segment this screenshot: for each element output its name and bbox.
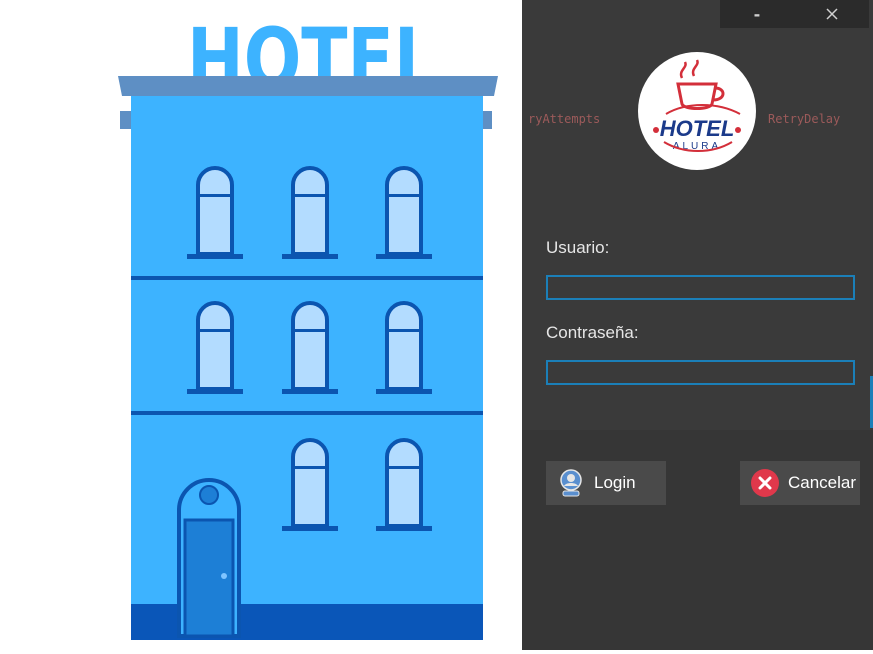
building-window — [196, 301, 234, 391]
building-window — [385, 438, 423, 528]
username-label: Usuario: — [546, 238, 610, 257]
username-input[interactable] — [546, 275, 855, 300]
window-controls: - — [720, 0, 869, 28]
window-bar — [387, 466, 421, 469]
window-bar — [293, 329, 327, 332]
window-bar — [293, 466, 327, 469]
building-window — [385, 301, 423, 391]
minimize-button[interactable]: - — [720, 0, 794, 28]
login-button[interactable]: Login — [546, 461, 666, 505]
hotel-building-illustration: HOTEL — [118, 10, 498, 640]
window-bar — [387, 194, 421, 197]
window-bar — [198, 194, 232, 197]
user-icon — [560, 469, 582, 497]
building-window — [196, 166, 234, 256]
window-sill — [282, 389, 338, 394]
login-panel: ryAttempts RetryDelay - HOTEL ALURA Usua… — [522, 0, 873, 650]
window-sill — [376, 254, 432, 259]
login-button-label: Login — [594, 473, 636, 492]
building-window — [291, 301, 329, 391]
building-window — [291, 438, 329, 528]
logo-text-hotel: HOTEL — [660, 116, 735, 141]
cancel-icon — [751, 469, 779, 497]
cancel-button-label: Cancelar — [788, 473, 857, 492]
background-code-fragment: RetryDelay — [768, 112, 841, 126]
window-sill — [282, 254, 338, 259]
background-code-fragment: ryAttempts — [528, 112, 601, 126]
window-sill — [282, 526, 338, 531]
window-sill — [376, 389, 432, 394]
hotel-alura-logo: HOTEL ALURA — [638, 52, 756, 170]
window-bar — [387, 329, 421, 332]
window-bar — [198, 329, 232, 332]
close-icon — [826, 8, 838, 20]
window-sill — [376, 526, 432, 531]
password-label: Contraseña: — [546, 323, 639, 342]
window-bar — [293, 194, 327, 197]
coffee-cup-icon: HOTEL ALURA — [653, 59, 741, 152]
building-window — [385, 166, 423, 256]
window-sill — [187, 389, 243, 394]
close-button[interactable] — [795, 0, 869, 28]
cancel-button[interactable]: Cancelar — [740, 461, 860, 505]
building-window — [291, 166, 329, 256]
hotel-illustration-panel: HOTEL — [0, 0, 522, 650]
password-input[interactable] — [546, 360, 855, 385]
window-sill — [187, 254, 243, 259]
